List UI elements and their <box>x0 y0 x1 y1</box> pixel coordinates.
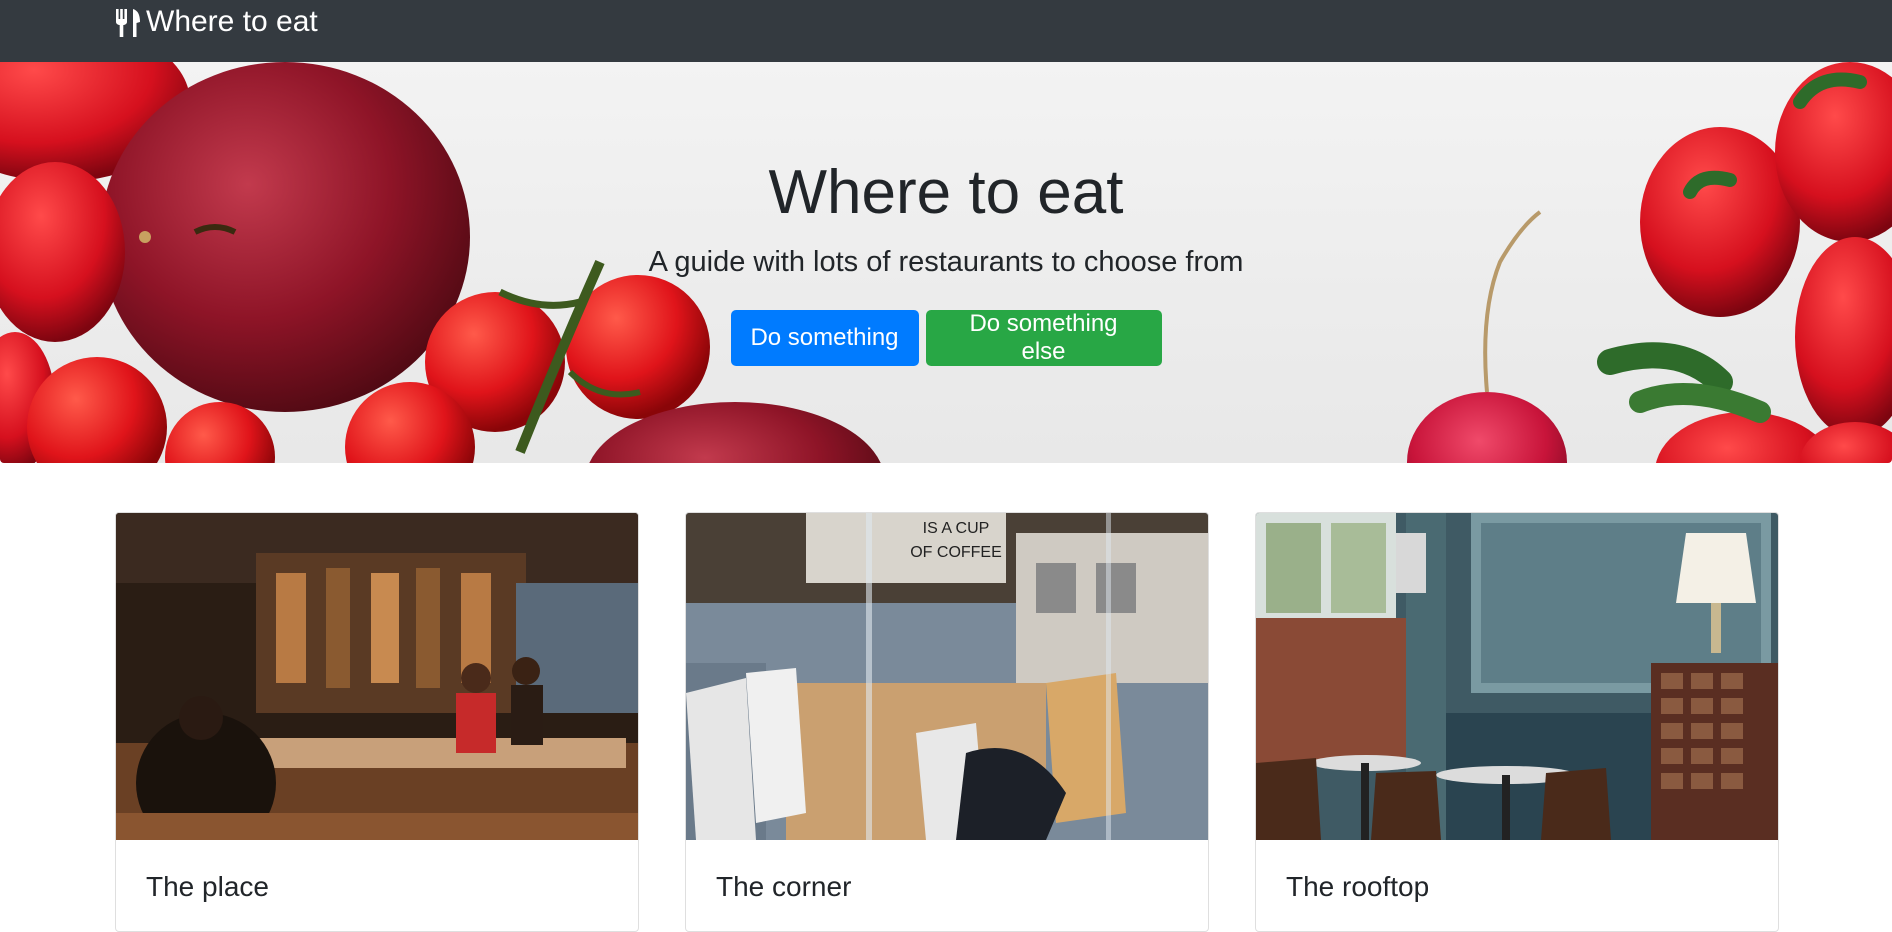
hero-button-group: Do something Do something else <box>0 310 1892 366</box>
navbar-brand-label: Where to eat <box>146 5 318 38</box>
navbar: Where to eat <box>0 0 1892 62</box>
utensils-icon <box>114 5 142 39</box>
card-title: The place <box>146 871 269 902</box>
card-image <box>116 513 638 840</box>
svg-text:IS A CUP: IS A CUP <box>923 520 990 537</box>
hero-subtitle: A guide with lots of restaurants to choo… <box>648 246 1244 278</box>
card-image <box>1256 513 1778 840</box>
restaurant-card[interactable]: The rooftop <box>1255 512 1779 932</box>
svg-text:OF COFFEE: OF COFFEE <box>910 544 1002 561</box>
card-title: The corner <box>716 871 852 902</box>
do-something-button[interactable]: Do something <box>730 310 919 366</box>
hero-title: Where to eat <box>768 158 1124 227</box>
card-image: IS A CUP OF COFFEE <box>686 513 1208 840</box>
do-something-else-button[interactable]: Do something else <box>925 310 1162 366</box>
restaurant-card[interactable]: IS A CUP OF COFFEE The corner <box>685 512 1209 932</box>
navbar-brand[interactable]: Where to eat <box>114 0 318 44</box>
restaurant-card-list: The place IS A CUP OF COFFEE The corner … <box>115 512 1780 932</box>
hero-banner: Where to eat A guide with lots of restau… <box>0 62 1892 463</box>
card-title: The rooftop <box>1286 871 1430 902</box>
restaurant-card[interactable]: The place <box>115 512 639 932</box>
